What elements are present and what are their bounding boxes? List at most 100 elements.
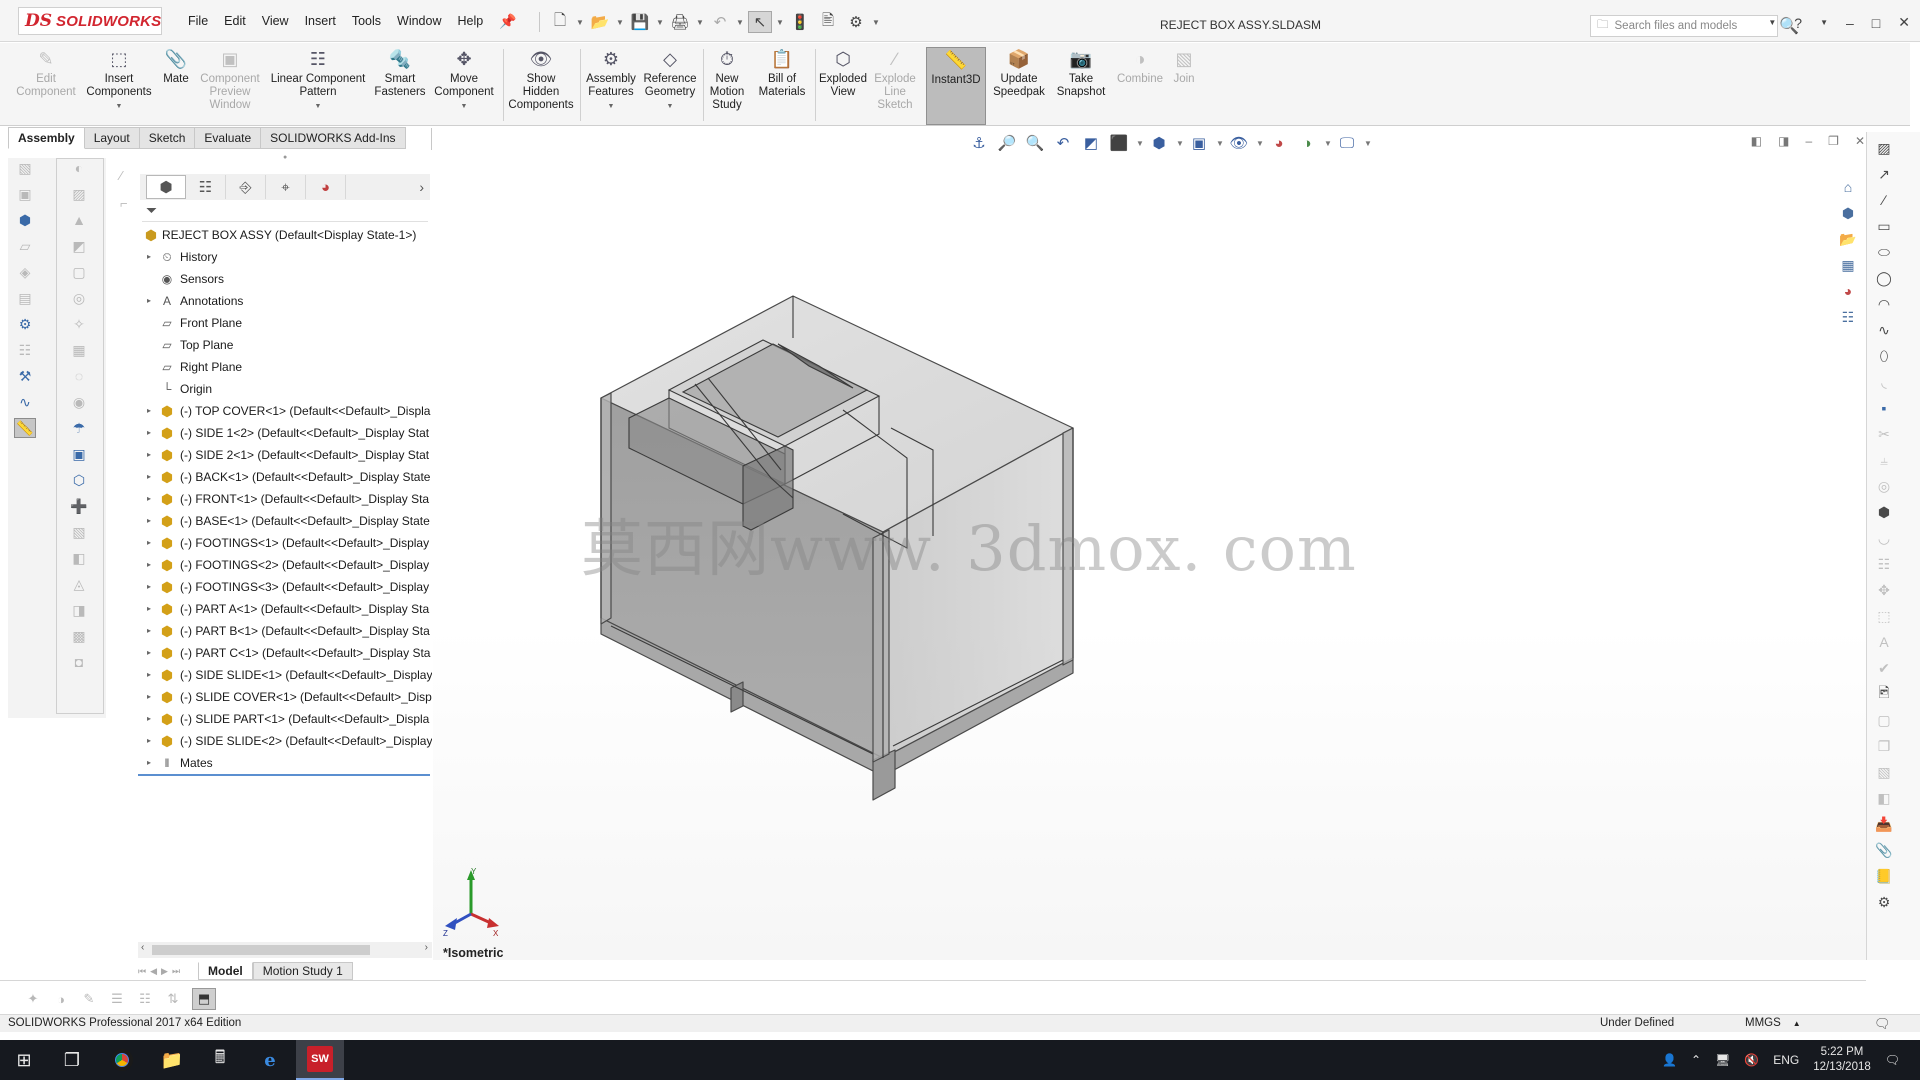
tree-item[interactable]: ▱ Top Plane xyxy=(138,334,432,356)
rollback-bar[interactable] xyxy=(138,774,430,776)
expand-arrow-icon[interactable]: ▸ xyxy=(144,642,154,664)
tool-icon[interactable]: ▣ xyxy=(14,184,36,204)
insert-icon[interactable]: 📥 xyxy=(1867,814,1901,834)
smart-dimension-icon[interactable]: ↗ xyxy=(1867,164,1901,184)
menu-file[interactable]: File xyxy=(188,14,208,28)
tab-navigation-icon[interactable]: ⏮◀▶⏭ xyxy=(138,966,184,977)
menu-insert[interactable]: Insert xyxy=(305,14,336,28)
assembly-features-button[interactable]: ⚙ Assembly Features ▼ xyxy=(584,47,638,123)
tree-item[interactable]: ▸ ⬢ (-) SIDE 1<2> (Default<<Default>_Displ… xyxy=(138,422,432,444)
expand-arrow-icon[interactable]: ▸ xyxy=(144,686,154,708)
tab-assembly[interactable]: Assembly xyxy=(8,127,85,149)
expand-arrow-icon[interactable]: ▸ xyxy=(144,554,154,576)
macro-icon[interactable]: ⚙ xyxy=(1867,892,1901,912)
tool-icon[interactable]: ◘ xyxy=(68,652,90,672)
help-dropdown-icon[interactable]: ▼ xyxy=(1820,18,1828,27)
tool-icon[interactable]: ◉ xyxy=(68,392,90,412)
insert-components-dropdown-icon[interactable]: ▼ xyxy=(116,100,123,113)
chevron-up-icon[interactable]: ⌃ xyxy=(1691,1053,1701,1067)
tree-item[interactable]: ▸ ⬢ (-) FOOTINGS<2> (Default<<Default>_Dis… xyxy=(138,554,432,576)
property-manager-tab-icon[interactable]: ☷ xyxy=(186,175,226,199)
tree-root[interactable]: ⬢ REJECT BOX ASSY (Default<Display State… xyxy=(138,224,432,246)
point-icon[interactable]: ▪ xyxy=(1867,398,1901,418)
tree-item[interactable]: ▸ ⬢ (-) FRONT<1> (Default<<Default>_Displa… xyxy=(138,488,432,510)
maximize-icon[interactable]: □ xyxy=(1872,15,1880,31)
show-hidden-components-button[interactable]: 👁 Show Hidden Components xyxy=(506,47,576,123)
scroll-right-icon[interactable]: › xyxy=(425,942,428,953)
linear-pattern-dropdown-icon[interactable]: ▼ xyxy=(315,100,322,113)
tab-evaluate[interactable]: Evaluate xyxy=(195,127,262,149)
reference-triad[interactable]: Y X Z xyxy=(441,868,501,940)
edit-component-button[interactable]: ✎ Edit Component xyxy=(14,47,78,123)
tree-item[interactable]: ▸ ⬢ (-) PART B<1> (Default<<Default>_Displ… xyxy=(138,620,432,642)
tool-icon[interactable]: ◧ xyxy=(68,548,90,568)
tree-item[interactable]: ▱ Front Plane xyxy=(138,312,432,334)
spline-icon[interactable]: ∿ xyxy=(1867,320,1901,340)
units-selector[interactable]: MMGS ▲ xyxy=(1745,1017,1801,1029)
dimxpert-tab-icon[interactable]: ⌖ xyxy=(266,175,306,199)
tab-layout[interactable]: Layout xyxy=(84,127,140,149)
expand-arrow-icon[interactable]: ▸ xyxy=(144,598,154,620)
relations-icon[interactable]: ⬚ xyxy=(1867,606,1901,626)
chevron-right-icon[interactable]: › xyxy=(419,179,424,195)
tool-icon[interactable]: ▲ xyxy=(68,210,90,230)
tree-filter[interactable]: ⏷ xyxy=(142,202,428,222)
expand-arrow-icon[interactable]: ▸ xyxy=(144,466,154,488)
tree-item[interactable]: ◉ Sensors xyxy=(138,268,432,290)
join-button[interactable]: ▧ Join xyxy=(1168,47,1200,123)
chrome-icon[interactable] xyxy=(98,1040,146,1080)
circle-icon[interactable]: ◯ xyxy=(1867,268,1901,288)
new-document-icon[interactable]: 🗋 xyxy=(548,11,572,33)
menu-tools[interactable]: Tools xyxy=(352,14,381,28)
new-dropdown-icon[interactable]: ▼ xyxy=(576,18,584,27)
tool-icon[interactable]: ◩ xyxy=(68,236,90,256)
options-dropdown-icon[interactable]: ▼ xyxy=(872,18,880,27)
fillet-icon[interactable]: ◟ xyxy=(1867,372,1901,392)
save-icon[interactable]: 💾 xyxy=(628,11,652,33)
exploded-view-button[interactable]: ⬡ Exploded View xyxy=(818,47,868,123)
horizontal-scrollbar[interactable]: ‹ › xyxy=(138,942,432,958)
offset-icon[interactable]: ⫨ xyxy=(1867,450,1901,470)
network-icon[interactable]: 🖥 xyxy=(1715,1053,1730,1067)
tool-icon[interactable]: ◎ xyxy=(68,288,90,308)
sketch-icon[interactable]: ▨ xyxy=(1867,138,1901,158)
tool-icon[interactable]: ▢ xyxy=(68,262,90,282)
windows-start-icon[interactable]: ⊞ xyxy=(0,1040,48,1080)
instant3d-button[interactable]: 📏 Instant3D xyxy=(926,47,986,125)
tab-sketch[interactable]: Sketch xyxy=(139,127,196,149)
close-icon[interactable]: ✕ xyxy=(1898,14,1910,31)
scale-icon[interactable]: ▧ xyxy=(1867,762,1901,782)
view-palette-icon[interactable]: ▦ xyxy=(1836,254,1860,276)
move-component-button[interactable]: ✥ Move Component ▼ xyxy=(430,47,498,123)
tool-icon[interactable]: ▣ xyxy=(68,444,90,464)
tree-item[interactable]: ▸ ‖ Mates xyxy=(138,752,432,774)
line-icon[interactable]: ∕ xyxy=(1867,190,1901,210)
sort-icon[interactable]: ⇅ xyxy=(164,990,182,1008)
expand-arrow-icon[interactable]: ▸ xyxy=(144,664,154,686)
trim-icon[interactable]: ✂ xyxy=(1867,424,1901,444)
mate-button[interactable]: 📎 Mate xyxy=(158,47,194,123)
tree-item[interactable]: ▸ ⬢ (-) SLIDE PART<1> (Default<<Default>_D… xyxy=(138,708,432,730)
tool-icon[interactable]: ✦ xyxy=(24,990,42,1008)
ellipse-icon[interactable]: ⬯ xyxy=(1867,346,1901,366)
undo-icon[interactable]: ↶ xyxy=(708,11,732,33)
appearances-icon[interactable]: ◕ xyxy=(1836,280,1860,302)
pattern-icon[interactable]: ☷ xyxy=(1867,554,1901,574)
expand-arrow-icon[interactable]: ▸ xyxy=(144,290,154,312)
save-dropdown-icon[interactable]: ▼ xyxy=(656,18,664,27)
tab-model[interactable]: Model xyxy=(198,962,253,980)
open-dropdown-icon[interactable]: ▼ xyxy=(616,18,624,27)
repair-icon[interactable]: ✔ xyxy=(1867,658,1901,678)
tree-item[interactable]: ▸ ⬢ (-) SIDE SLIDE<2> (Default<<Default>_D… xyxy=(138,730,432,752)
smart-fasteners-button[interactable]: 🔩 Smart Fasteners xyxy=(372,47,428,123)
design-library-icon[interactable]: ⬢ xyxy=(1836,202,1860,224)
select-arrow-icon[interactable]: ↖ xyxy=(748,11,772,33)
tool-icon[interactable]: ▧ xyxy=(68,522,90,542)
tree-item[interactable]: ▸ ⬢ (-) PART A<1> (Default<<Default>_Displ… xyxy=(138,598,432,620)
linear-component-pattern-button[interactable]: ☷ Linear Component Pattern ▼ xyxy=(268,47,368,123)
tab-solidworks-add-ins[interactable]: SOLIDWORKS Add-Ins xyxy=(261,127,406,149)
task-view-icon[interactable]: ❐ xyxy=(48,1040,96,1080)
filter-icon[interactable]: ⏷ xyxy=(146,202,157,218)
help-icon[interactable]: ? xyxy=(1794,15,1802,31)
tree-item[interactable]: ▸ A Annotations xyxy=(138,290,432,312)
